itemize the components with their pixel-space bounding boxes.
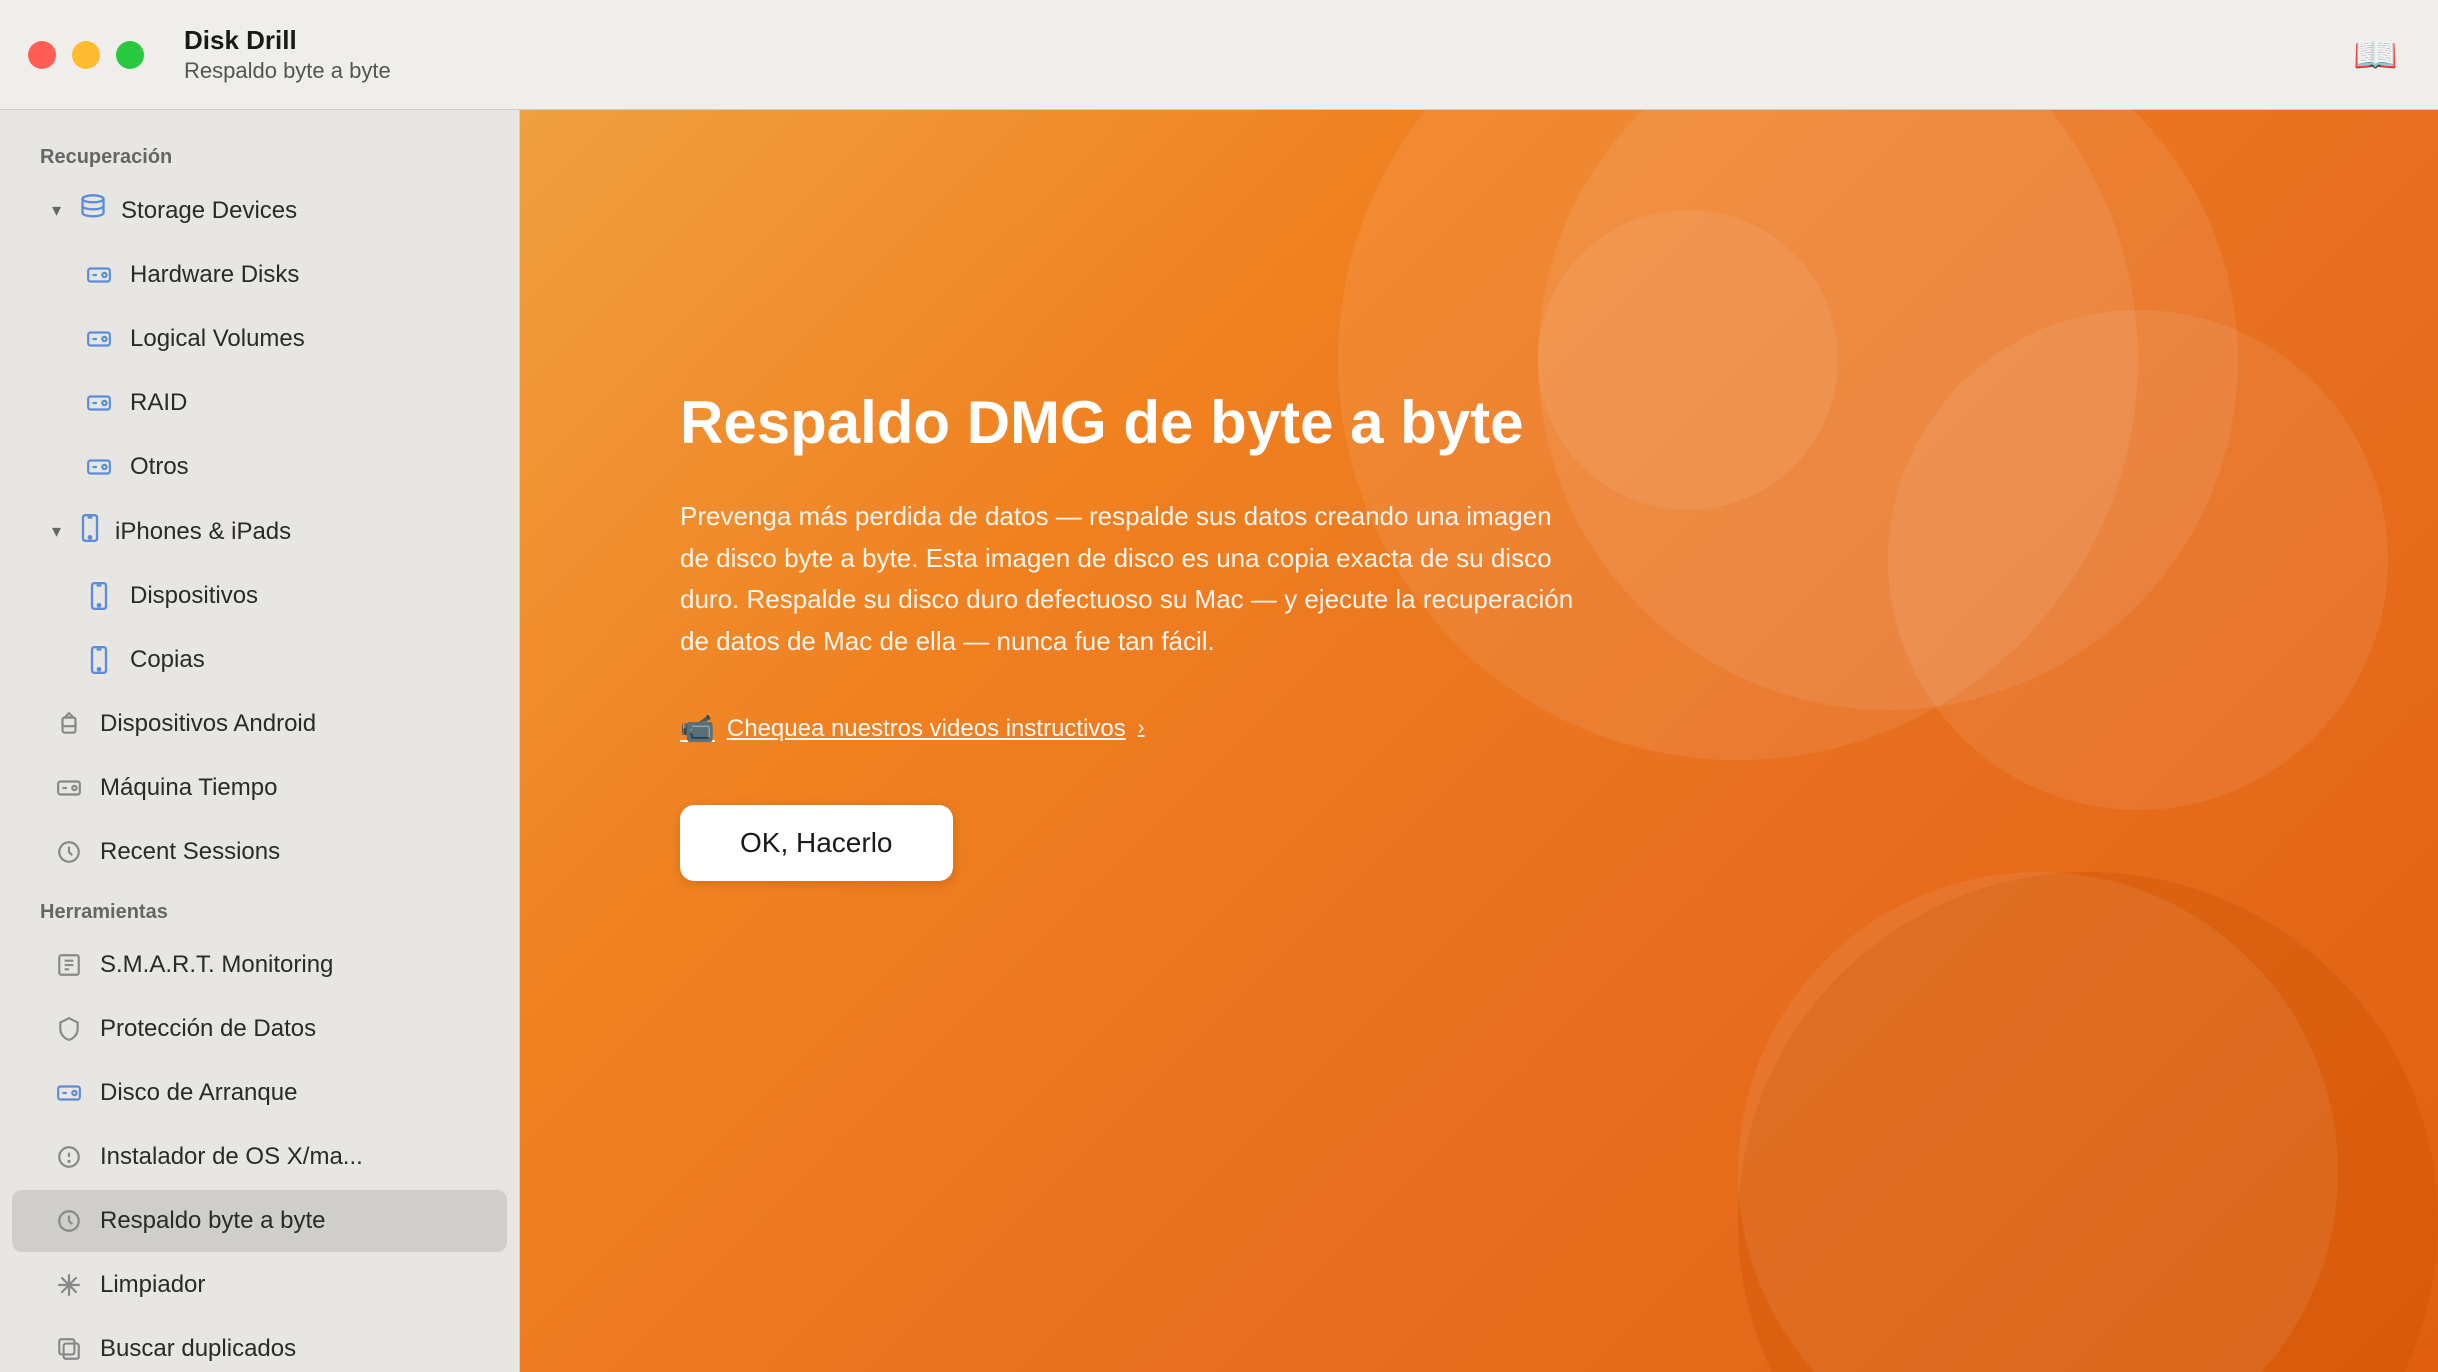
sidebar-item-duplicados[interactable]: Buscar duplicados	[12, 1318, 507, 1372]
titlebar: Disk Drill Respaldo byte a byte 📖	[0, 0, 2438, 110]
boot-disk-icon	[52, 1076, 86, 1110]
chevron-right-icon: ›	[1138, 717, 1145, 740]
disco-arranque-label: Disco de Arranque	[100, 1079, 297, 1107]
backup-icon	[52, 1204, 86, 1238]
deco-circle-3	[1738, 872, 2438, 1372]
iphone-icon	[79, 514, 101, 549]
otros-label: Otros	[130, 453, 189, 481]
logical-volumes-label: Logical Volumes	[130, 325, 305, 353]
chevron-down-icon-iphone: ▾	[52, 521, 61, 542]
sidebar-item-disco-arranque[interactable]: Disco de Arranque	[12, 1062, 507, 1124]
raid-icon	[82, 386, 116, 420]
close-button[interactable]	[28, 41, 56, 69]
proteccion-label: Protección de Datos	[100, 1015, 316, 1043]
sidebar-item-iphones-ipads[interactable]: ▾ iPhones & iPads	[12, 500, 507, 563]
logical-disk-icon	[82, 322, 116, 356]
android-icon	[52, 707, 86, 741]
dispositivos-icon	[82, 579, 116, 613]
sessions-icon	[52, 835, 86, 869]
ok-button[interactable]: OK, Hacerlo	[680, 805, 953, 881]
otros-disk-icon	[82, 450, 116, 484]
section-recuperacion: Recuperación	[0, 130, 519, 177]
disk-icon	[82, 258, 116, 292]
sidebar-item-maquina-tiempo[interactable]: Máquina Tiempo	[12, 757, 507, 819]
sidebar-item-instalador[interactable]: Instalador de OS X/ma...	[12, 1126, 507, 1188]
app-subtitle: Respaldo byte a byte	[184, 58, 391, 84]
sidebar-item-limpiador[interactable]: Limpiador	[12, 1254, 507, 1316]
deco-circle-4	[1538, 210, 1838, 510]
hardware-disks-label: Hardware Disks	[130, 261, 299, 289]
chevron-down-icon: ▾	[52, 200, 61, 221]
respaldo-byte-label: Respaldo byte a byte	[100, 1207, 325, 1235]
video-link[interactable]: 📹 Chequea nuestros videos instructivos ›	[680, 712, 1580, 745]
sidebar-item-proteccion[interactable]: Protección de Datos	[12, 998, 507, 1060]
android-label: Dispositivos Android	[100, 710, 316, 738]
copias-label: Copias	[130, 646, 205, 674]
limpiador-label: Limpiador	[100, 1271, 205, 1299]
traffic-lights	[28, 41, 144, 69]
deco-circle-2	[1888, 310, 2388, 810]
time-machine-icon	[52, 771, 86, 805]
recent-sessions-label: Recent Sessions	[100, 838, 280, 866]
content-inner: Respaldo DMG de byte a byte Prevenga más…	[680, 390, 1580, 881]
main-content: Respaldo DMG de byte a byte Prevenga más…	[520, 110, 2438, 1372]
sidebar-item-otros[interactable]: Otros	[12, 436, 507, 498]
sidebar-item-smart[interactable]: S.M.A.R.T. Monitoring	[12, 934, 507, 996]
installer-icon	[52, 1140, 86, 1174]
main-layout: Recuperación ▾ Storage Devices	[0, 110, 2438, 1372]
content-description: Prevenga más perdida de datos — respalde…	[680, 496, 1580, 662]
sidebar-item-raid[interactable]: RAID	[12, 372, 507, 434]
sidebar-item-recent-sessions[interactable]: Recent Sessions	[12, 821, 507, 883]
duplicados-label: Buscar duplicados	[100, 1335, 296, 1363]
duplicates-icon	[52, 1332, 86, 1366]
sidebar: Recuperación ▾ Storage Devices	[0, 110, 520, 1372]
video-camera-icon: 📹	[680, 712, 715, 745]
shield-icon	[52, 1012, 86, 1046]
smart-label: S.M.A.R.T. Monitoring	[100, 951, 333, 979]
sidebar-item-dispositivos[interactable]: Dispositivos	[12, 565, 507, 627]
sidebar-item-copias[interactable]: Copias	[12, 629, 507, 691]
cleaner-icon	[52, 1268, 86, 1302]
sidebar-item-logical-volumes[interactable]: Logical Volumes	[12, 308, 507, 370]
video-link-text: Chequea nuestros videos instructivos	[727, 715, 1126, 743]
storage-devices-label: Storage Devices	[121, 197, 297, 225]
iphones-ipads-label: iPhones & iPads	[115, 518, 291, 546]
smart-icon	[52, 948, 86, 982]
storage-icon	[79, 193, 107, 228]
sidebar-item-storage-devices[interactable]: ▾ Storage Devices	[12, 179, 507, 242]
titlebar-info: Disk Drill Respaldo byte a byte	[184, 25, 391, 84]
section-herramientas: Herramientas	[0, 885, 519, 932]
app-title: Disk Drill	[184, 25, 391, 56]
instalador-label: Instalador de OS X/ma...	[100, 1143, 363, 1171]
content-title: Respaldo DMG de byte a byte	[680, 390, 1580, 456]
dispositivos-label: Dispositivos	[130, 582, 258, 610]
sidebar-item-android[interactable]: Dispositivos Android	[12, 693, 507, 755]
sidebar-item-respaldo-byte[interactable]: Respaldo byte a byte	[12, 1190, 507, 1252]
minimize-button[interactable]	[72, 41, 100, 69]
sidebar-item-hardware-disks[interactable]: Hardware Disks	[12, 244, 507, 306]
book-icon[interactable]: 📖	[2353, 34, 2398, 76]
raid-label: RAID	[130, 389, 187, 417]
copias-icon	[82, 643, 116, 677]
maquina-tiempo-label: Máquina Tiempo	[100, 774, 277, 802]
maximize-button[interactable]	[116, 41, 144, 69]
